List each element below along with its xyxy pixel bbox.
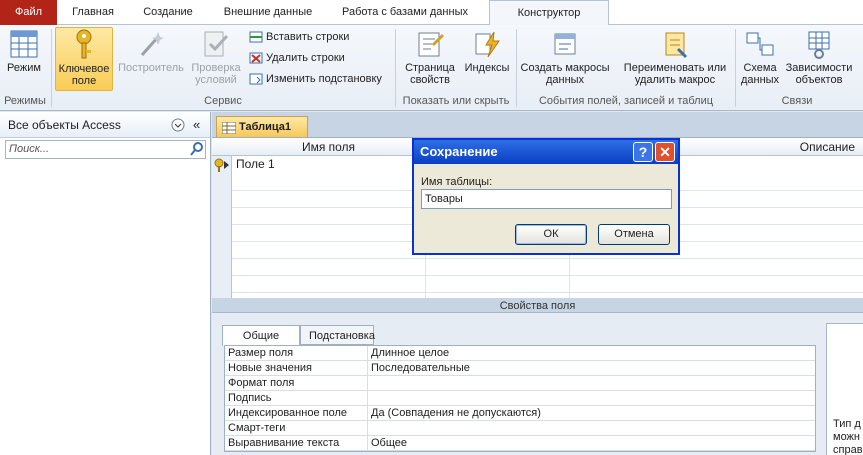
- group-events-label: События полей, записей и таблиц: [538, 95, 714, 107]
- object-dependencies-button[interactable]: Зависимости объектов: [782, 29, 856, 86]
- chevron-down-icon[interactable]: [171, 118, 185, 132]
- nav-pane-header[interactable]: Все объекты Access «: [0, 112, 210, 138]
- lightning-icon: [475, 31, 500, 58]
- save-as-dialog: Сохранение ? ✕ Имя таблицы: Товары ОК От…: [412, 138, 680, 255]
- primary-key-button[interactable]: Ключевое поле: [55, 27, 113, 91]
- insert-rows-button[interactable]: Вставить строки: [249, 28, 349, 46]
- search-icon[interactable]: [190, 142, 204, 156]
- modify-lookups-button[interactable]: Изменить подстановку: [249, 70, 382, 88]
- property-column-divider: [367, 346, 368, 451]
- close-button[interactable]: ✕: [655, 142, 675, 162]
- dependencies-icon: [808, 31, 830, 59]
- builder-button[interactable]: Построитель: [116, 29, 186, 74]
- field-properties-title: Свойства поля: [499, 300, 576, 312]
- group-tools-label: Сервис: [204, 95, 242, 107]
- table-view-icon: [10, 30, 38, 58]
- tab-general[interactable]: Общие: [222, 325, 300, 346]
- field-properties-panel: Общие Подстановка Размер поля Длинное цел…: [212, 312, 863, 455]
- test-rules-button[interactable]: Проверка условий: [188, 29, 244, 86]
- insert-rows-icon: [249, 31, 263, 43]
- tab-file[interactable]: Файл: [0, 0, 57, 25]
- tab-create[interactable]: Создание: [131, 0, 205, 25]
- delete-rows-icon: [249, 52, 263, 64]
- rename-delete-macro-button[interactable]: Переименовать или удалить макрос: [616, 29, 734, 86]
- table-icon: [222, 122, 236, 134]
- table-name-label: Имя таблицы:: [421, 176, 493, 188]
- key-icon: [76, 29, 92, 59]
- field-name-cell[interactable]: Поле 1: [236, 157, 275, 171]
- relationships-button[interactable]: Схема данных: [739, 29, 781, 86]
- column-header-field-name[interactable]: Имя поля: [232, 138, 425, 156]
- property-row[interactable]: Новые значения Последовательные: [225, 361, 815, 376]
- view-button[interactable]: Режим: [2, 29, 46, 74]
- cancel-button[interactable]: Отмена: [598, 224, 670, 245]
- property-row[interactable]: Подпись: [225, 391, 815, 406]
- property-hint-box: Тип д можн справ: [826, 323, 863, 455]
- collapse-pane-icon[interactable]: «: [193, 112, 200, 138]
- group-views-label: Режимы: [4, 95, 46, 107]
- grid-corner[interactable]: [212, 138, 232, 156]
- property-row[interactable]: Формат поля: [225, 376, 815, 391]
- tab-external-data[interactable]: Внешние данные: [212, 0, 324, 25]
- row-selectors: [212, 156, 232, 298]
- scroll-icon: [665, 32, 688, 59]
- search-input[interactable]: Поиск...: [5, 140, 206, 159]
- tab-database-tools[interactable]: Работа с базами данных: [330, 0, 480, 25]
- property-sheet-button[interactable]: Страница свойств: [398, 29, 462, 86]
- group-relationships-label: Связи: [781, 95, 813, 107]
- tab-design[interactable]: Конструктор: [489, 0, 609, 26]
- indexes-button[interactable]: Индексы: [462, 29, 512, 74]
- help-button[interactable]: ?: [633, 142, 653, 162]
- property-row[interactable]: Индексированное поле Да (Совпадения не до…: [225, 406, 815, 421]
- ok-button[interactable]: ОК: [515, 224, 587, 245]
- property-row[interactable]: Выравнивание текста Общее: [225, 436, 815, 451]
- property-row[interactable]: Смарт-теги: [225, 421, 815, 436]
- delete-rows-button[interactable]: Удалить строки: [249, 49, 345, 67]
- dialog-title-bar[interactable]: Сохранение ? ✕: [414, 140, 678, 164]
- group-show-label: Показать или скрыть: [402, 95, 510, 107]
- tab-lookup[interactable]: Подстановка: [300, 325, 375, 345]
- properties-table: Размер поля Длинное целое Новые значения П…: [224, 345, 816, 452]
- relationships-icon: [746, 32, 774, 56]
- primary-key-row-icon: [214, 158, 229, 172]
- lookup-icon: [249, 73, 263, 85]
- navigation-pane: Все объекты Access « Поиск...: [0, 112, 211, 455]
- tab-table1[interactable]: Таблица1: [216, 116, 308, 138]
- tab-home[interactable]: Главная: [61, 0, 125, 25]
- validation-icon: [204, 31, 229, 57]
- wand-icon: [140, 32, 164, 56]
- ribbon-tab-bar: Файл Главная Создание Внешние данные Раб…: [0, 0, 863, 26]
- property-row[interactable]: Размер поля Длинное целое: [225, 346, 815, 361]
- table-name-input[interactable]: Товары: [421, 189, 672, 209]
- property-sheet-icon: [418, 32, 445, 57]
- ribbon: Режим Режимы Ключевое поле Построитель П…: [0, 25, 863, 111]
- create-data-macros-button[interactable]: Создать макросы данных: [520, 29, 610, 86]
- macro-icon: [554, 33, 576, 55]
